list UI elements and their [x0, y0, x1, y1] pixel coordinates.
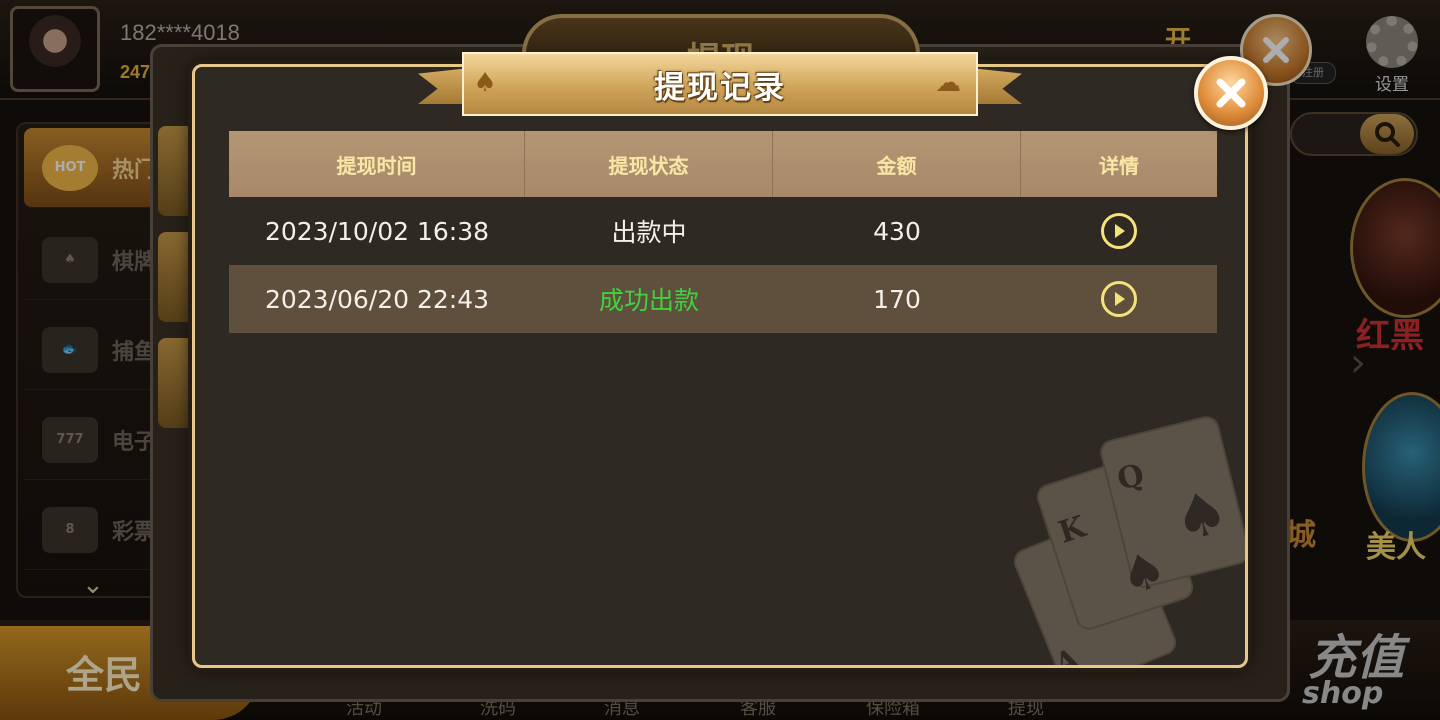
cell-details	[1021, 213, 1217, 249]
cell-time: 2023/06/20 22:43	[264, 284, 490, 314]
dialog-title: 提现记录	[654, 69, 786, 106]
table-row: 2023/10/02 16:38 出款中 430	[229, 197, 1217, 265]
details-button[interactable]	[1101, 213, 1137, 249]
cell-status: 成功出款	[598, 286, 699, 315]
column-header-details: 详情	[1099, 153, 1139, 178]
cell-details	[1021, 281, 1217, 317]
play-arrow-icon	[1115, 292, 1125, 306]
records-table: 提现时间 提现状态 金额 详情 2023/10/02 16:38 出款中 430…	[229, 131, 1217, 333]
cell-time: 2023/10/02 16:38	[264, 216, 490, 246]
playing-cards-decoration: A K Q ♠ ♠	[1013, 416, 1245, 665]
cell-amount: 430	[873, 216, 921, 246]
cloud-icon: ☁	[935, 68, 961, 98]
play-arrow-icon	[1115, 224, 1125, 238]
details-button[interactable]	[1101, 281, 1137, 317]
table-row: 2023/06/20 22:43 成功出款 170	[229, 265, 1217, 333]
withdraw-records-dialog: 提现时间 提现状态 金额 详情 2023/10/02 16:38 出款中 430…	[192, 64, 1248, 668]
close-icon	[1216, 78, 1246, 108]
spade-icon: ♠	[473, 68, 497, 98]
column-header-amount: 金额	[773, 131, 1021, 197]
column-header-status: 提现状态	[525, 131, 773, 197]
column-header-time: 提现时间	[229, 131, 525, 197]
cell-amount: 170	[873, 284, 921, 314]
cell-status: 出款中	[611, 218, 687, 247]
close-button[interactable]	[1194, 56, 1268, 130]
table-header: 提现时间 提现状态 金额 详情	[229, 131, 1217, 197]
dialog-header: 提现记录	[462, 52, 978, 116]
